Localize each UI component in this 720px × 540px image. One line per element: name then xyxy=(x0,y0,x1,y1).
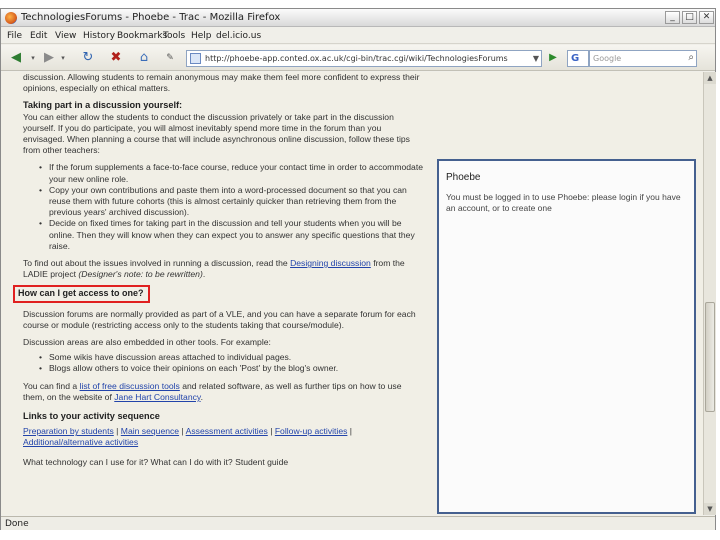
link-separator: | xyxy=(349,426,353,437)
minimize-button[interactable]: _ xyxy=(665,11,680,24)
heading-taking-part: Taking part in a discussion yourself: xyxy=(23,100,183,111)
url-bar[interactable]: http://phoebe-app.conted.ox.ac.uk/cgi-bi… xyxy=(186,50,542,67)
go-arrow-icon[interactable]: ▶ xyxy=(546,50,560,66)
search-input[interactable]: Google ⌕ xyxy=(589,50,697,67)
forward-dropdown-icon[interactable]: ▾ xyxy=(59,50,67,66)
designing-discussion-link[interactable]: Designing discussion xyxy=(290,258,371,268)
phoebe-title: Phoebe xyxy=(446,172,481,183)
activity-link-preparation[interactable]: Preparation by students xyxy=(23,426,114,436)
menu-bookmarks[interactable]: Bookmarks xyxy=(117,31,167,41)
navigation-toolbar: ◀ ▾ ▶ ▾ ↻ ✖ ⌂ ✎ http://phoebe-app.conted… xyxy=(1,45,715,71)
scroll-up-icon[interactable]: ▲ xyxy=(704,72,716,84)
menu-help[interactable]: Help xyxy=(191,31,212,41)
heading-activity-links: Links to your activity sequence xyxy=(23,411,160,422)
list-item: Blogs allow others to voice their opinio… xyxy=(39,363,423,374)
title-bar: TechnologiesForums - Phoebe - Trac - Moz… xyxy=(1,9,715,27)
status-text: Done xyxy=(5,519,29,529)
browser-window: TechnologiesForums - Phoebe - Trac - Moz… xyxy=(0,8,716,530)
url-dropdown-icon[interactable]: ▼ xyxy=(533,54,539,63)
designer-note: (Designer's note: to be rewritten) xyxy=(78,269,203,280)
find-pre: You can find a xyxy=(23,380,78,391)
embedded-tools-list: Some wikis have discussion areas attache… xyxy=(39,352,423,375)
phoebe-login-panel: Phoebe You must be logged in to use Phoe… xyxy=(437,159,696,514)
menu-delicious[interactable]: del.icio.us xyxy=(216,31,261,41)
find-tools-paragraph: You can find a list of free discussion t… xyxy=(23,381,423,403)
page-favicon-icon xyxy=(190,53,201,64)
search-engine-selector[interactable]: G xyxy=(567,50,589,67)
menu-tools[interactable]: Tools xyxy=(163,31,185,41)
activity-link-follow-up[interactable]: Follow-up activities xyxy=(275,426,348,436)
access-paragraph-2: Discussion areas are also embedded in ot… xyxy=(23,337,271,348)
menu-view[interactable]: View xyxy=(55,31,76,41)
magnifier-icon[interactable]: ⌕ xyxy=(688,52,694,63)
scroll-thumb[interactable] xyxy=(705,302,715,412)
link-separator: | xyxy=(181,426,184,437)
menu-history[interactable]: History xyxy=(83,31,115,41)
jane-hart-link[interactable]: Jane Hart Consultancy xyxy=(114,392,200,402)
access-paragraph-1: Discussion forums are normally provided … xyxy=(23,308,416,330)
url-text[interactable]: http://phoebe-app.conted.ox.ac.uk/cgi-bi… xyxy=(205,54,508,63)
find-out-end: . xyxy=(202,269,206,280)
list-item: If the forum supplements a face-to-face … xyxy=(39,162,423,184)
activity-link-additional[interactable]: Additional/alternative activities xyxy=(23,437,138,447)
menu-file[interactable]: File xyxy=(7,31,22,41)
stop-icon[interactable]: ✖ xyxy=(107,50,125,66)
close-button[interactable]: ✕ xyxy=(699,11,714,24)
tips-list: If the forum supplements a face-to-face … xyxy=(39,162,423,252)
find-end: . xyxy=(200,391,203,402)
back-arrow-icon[interactable]: ◀ xyxy=(7,50,25,66)
find-out-paragraph: To find out about the issues involved in… xyxy=(23,258,423,280)
scroll-down-icon[interactable]: ▼ xyxy=(704,503,716,515)
back-dropdown-icon[interactable]: ▾ xyxy=(29,50,37,66)
firefox-icon xyxy=(5,12,17,24)
window-title: TechnologiesForums - Phoebe - Trac - Moz… xyxy=(21,12,281,23)
cutoff-line: What technology can I use for it? What c… xyxy=(23,456,289,467)
reload-icon[interactable]: ↻ xyxy=(79,50,97,66)
maximize-button[interactable]: □ xyxy=(682,11,697,24)
article: discussion. Allowing students to remain … xyxy=(11,72,423,468)
menu-edit[interactable]: Edit xyxy=(30,31,47,41)
activity-links: Preparation by students | Main sequence … xyxy=(23,426,423,448)
page-content: discussion. Allowing students to remain … xyxy=(1,72,703,515)
list-item: Decide on fixed times for taking part in… xyxy=(39,218,423,252)
search-placeholder: Google xyxy=(593,54,622,63)
heading-access-highlighted: How can I get access to one? xyxy=(13,285,150,303)
phoebe-login-message: You must be logged in to use Phoebe: ple… xyxy=(446,192,681,213)
find-out-pre: To find out about the issues involved in… xyxy=(23,258,288,269)
activity-link-assessment[interactable]: Assessment activities xyxy=(186,426,268,436)
status-bar: Done xyxy=(1,516,715,530)
home-icon[interactable]: ⌂ xyxy=(135,50,153,66)
tag-icon[interactable]: ✎ xyxy=(161,50,179,66)
intro-tail: discussion. Allowing students to remain … xyxy=(23,72,420,94)
vertical-scrollbar[interactable]: ▲ ▼ xyxy=(703,72,716,515)
forward-arrow-icon[interactable]: ▶ xyxy=(41,50,57,66)
taking-part-paragraph: You can either allow the students to con… xyxy=(23,111,410,156)
list-item: Copy your own contributions and paste th… xyxy=(39,185,423,219)
free-discussion-tools-link[interactable]: list of free discussion tools xyxy=(80,381,180,391)
link-separator: | xyxy=(270,426,273,437)
link-separator: | xyxy=(116,426,119,437)
list-item: Some wikis have discussion areas attache… xyxy=(39,352,423,363)
menu-bar: File Edit View History Bookmarks Tools H… xyxy=(1,28,715,44)
activity-link-main[interactable]: Main sequence xyxy=(121,426,179,436)
